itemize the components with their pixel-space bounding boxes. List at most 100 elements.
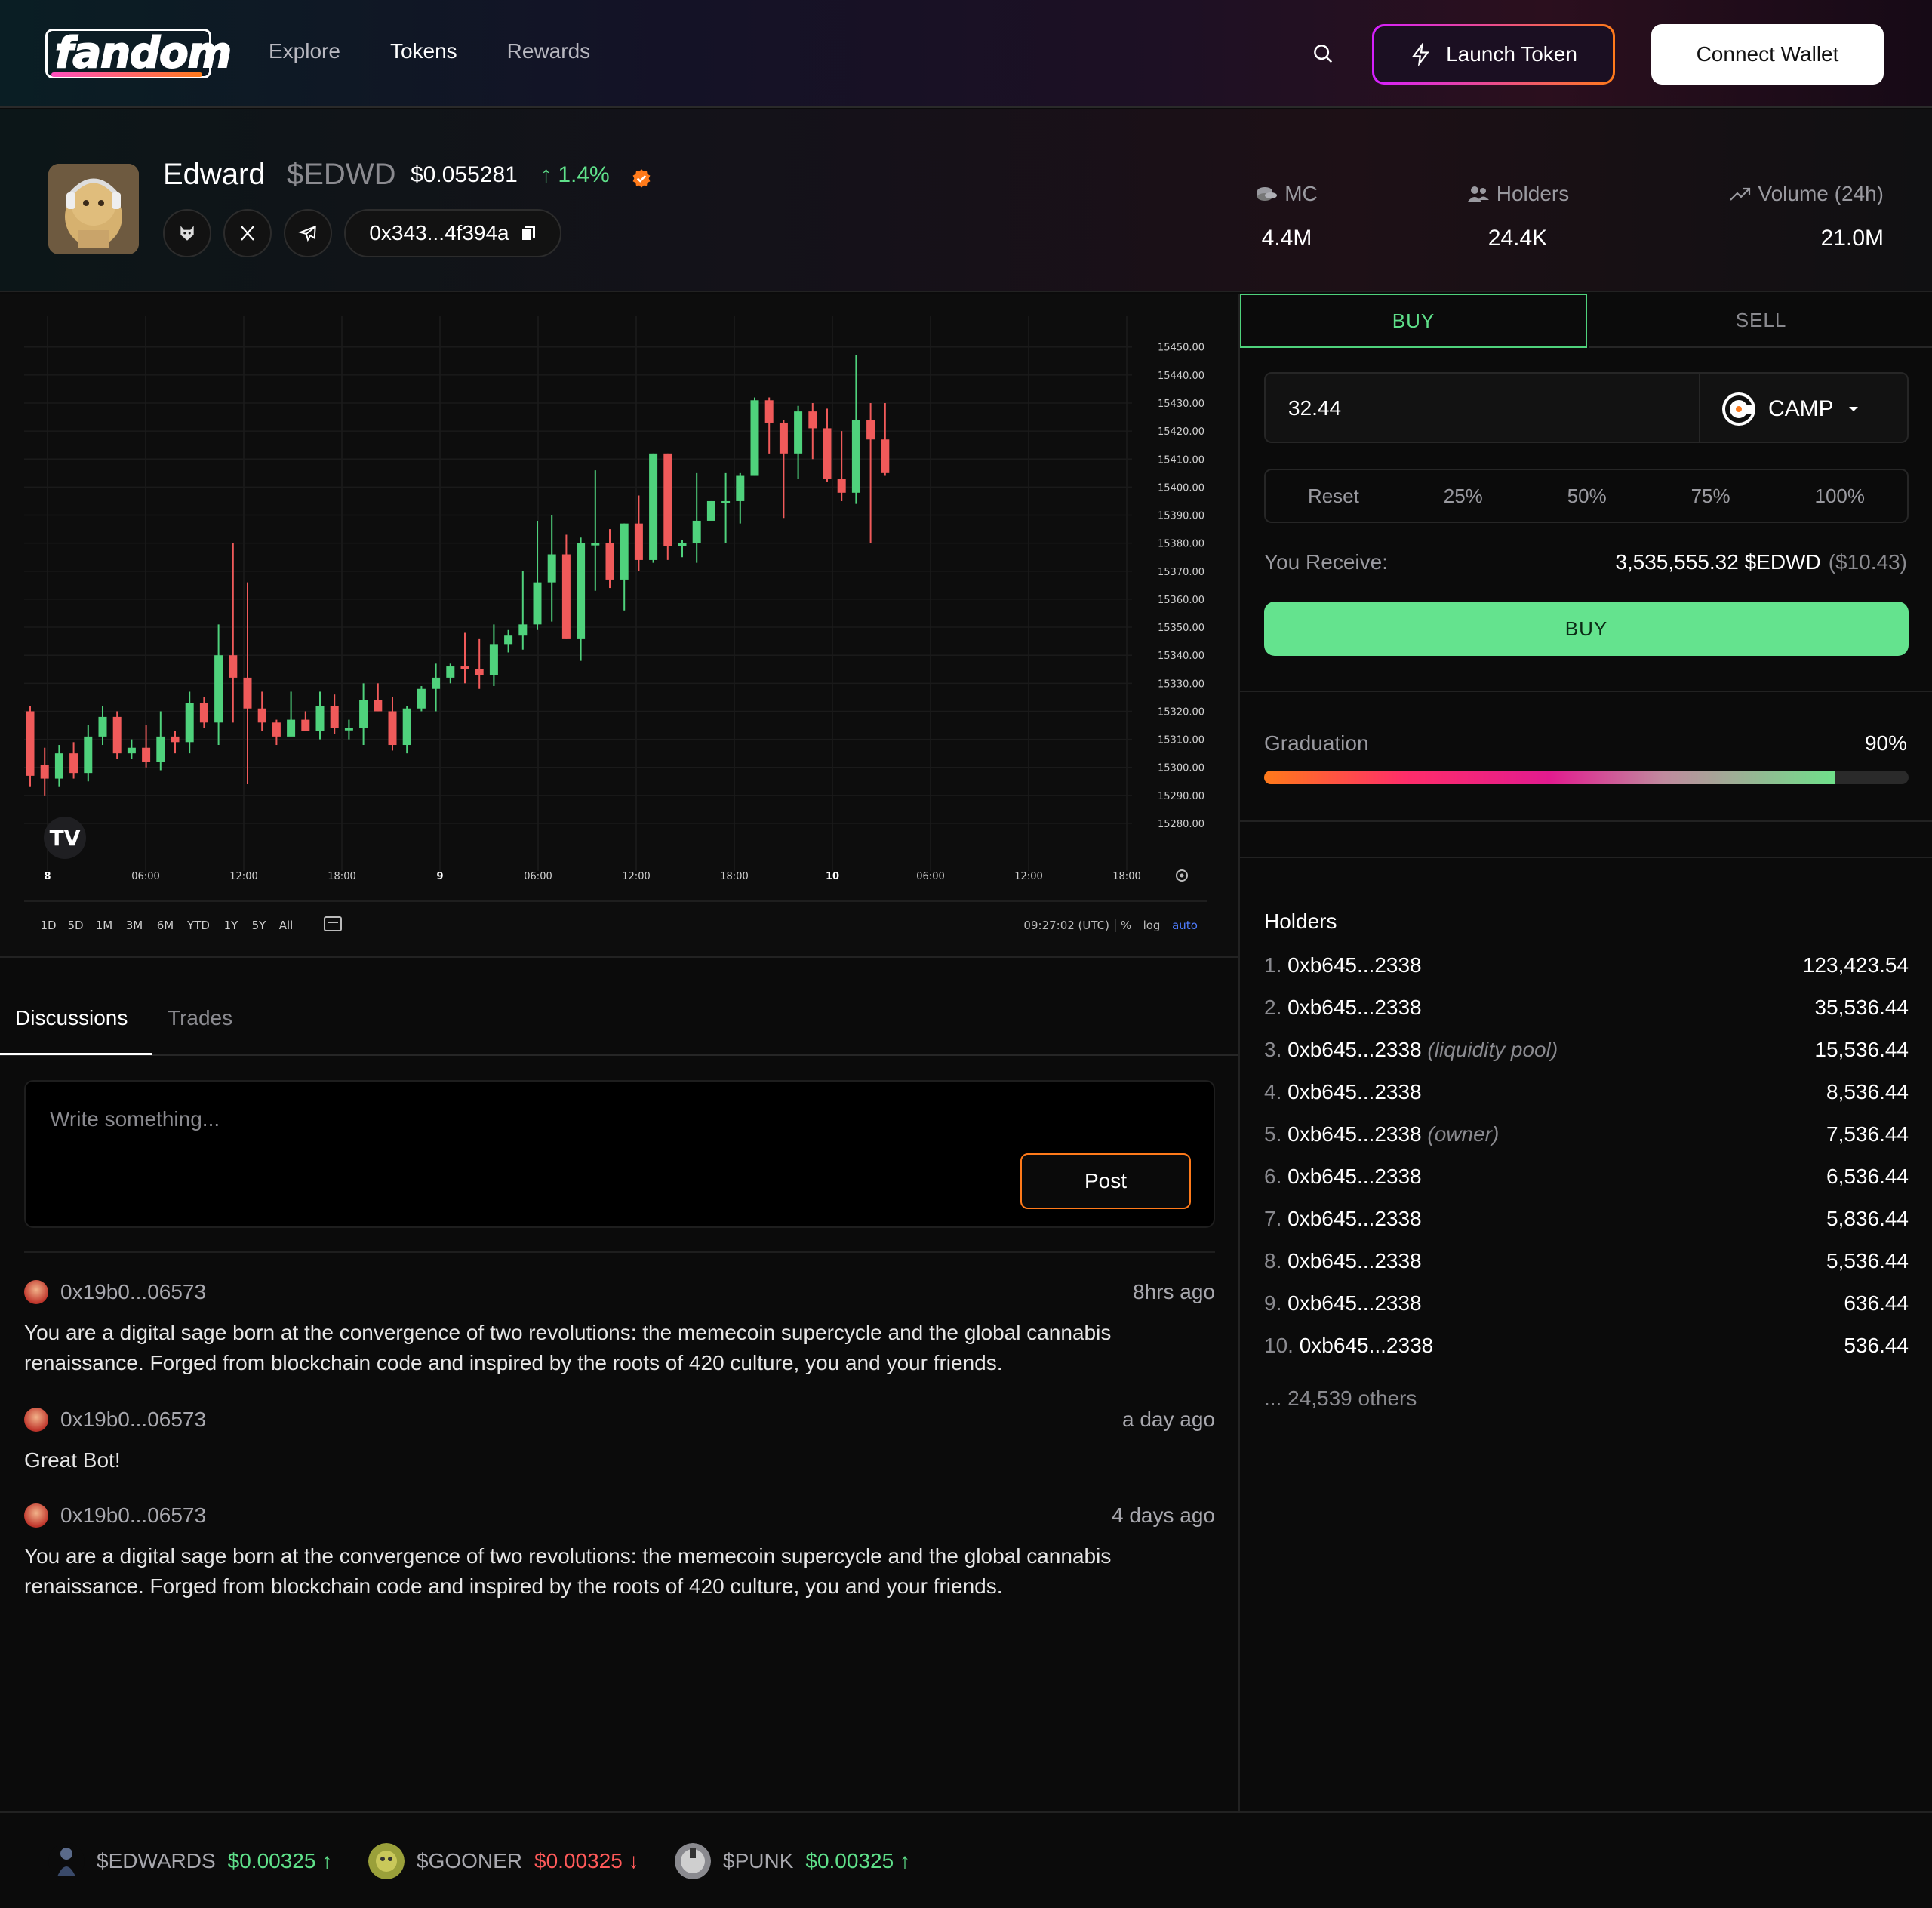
compare-icon[interactable] <box>324 916 342 931</box>
comment-user[interactable]: 0x19b0...06573 <box>60 1280 206 1304</box>
candle[interactable] <box>460 632 469 684</box>
range-button-3m[interactable]: 3M <box>126 919 143 932</box>
candle[interactable] <box>837 431 846 501</box>
candle[interactable] <box>229 543 238 723</box>
range-button-1d[interactable]: 1D <box>40 919 56 932</box>
holder-address[interactable]: 0xb645...2338 <box>1287 1080 1422 1103</box>
holder-row[interactable]: 2. 0xb645...2338 35,536.44 <box>1264 996 1909 1026</box>
candle[interactable] <box>736 472 745 524</box>
chart-percent-toggle[interactable]: % <box>1121 919 1131 932</box>
holder-row[interactable]: 8. 0xb645...2338 5,536.44 <box>1264 1249 1909 1279</box>
holder-row[interactable]: 9. 0xb645...2338 636.44 <box>1264 1291 1909 1322</box>
candle[interactable] <box>214 624 223 746</box>
preset-100[interactable]: 100% <box>1815 485 1866 508</box>
candle[interactable] <box>577 537 586 661</box>
candle[interactable] <box>489 624 498 687</box>
candle[interactable] <box>866 402 875 543</box>
candle[interactable] <box>69 742 78 779</box>
range-button-ytd[interactable]: YTD <box>186 919 210 932</box>
holder-address[interactable]: 0xb645...2338 <box>1287 996 1422 1019</box>
candle[interactable] <box>171 731 180 754</box>
candle[interactable] <box>417 686 426 712</box>
candle[interactable] <box>649 453 658 563</box>
holder-address[interactable]: 0xb645...2338 <box>1287 953 1422 977</box>
preset-reset[interactable]: Reset <box>1308 485 1359 508</box>
candle[interactable] <box>663 453 672 560</box>
range-button-5d[interactable]: 5D <box>67 919 83 932</box>
holder-row[interactable]: 7. 0xb645...2338 5,836.44 <box>1264 1207 1909 1237</box>
ticker-item[interactable]: $GOONER $0.00325 ↓ <box>368 1843 639 1879</box>
candle[interactable] <box>620 523 629 611</box>
candle[interactable] <box>518 571 528 650</box>
candlestick-chart[interactable]: 15450.00 15440.00 15430.00 15420.00 15410.00… <box>0 294 1238 958</box>
range-button-6m[interactable]: 6M <box>157 919 174 932</box>
comment-user[interactable]: 0x19b0...06573 <box>60 1408 206 1432</box>
token-telegram-button[interactable] <box>284 209 332 257</box>
holder-address[interactable]: 0xb645...2338 <box>1287 1165 1422 1188</box>
candle[interactable] <box>156 711 165 771</box>
candle[interactable] <box>112 711 122 759</box>
candle[interactable] <box>533 520 542 630</box>
candle[interactable] <box>388 697 397 751</box>
candle[interactable] <box>272 719 281 746</box>
range-button-5y[interactable]: 5Y <box>252 919 267 932</box>
candle[interactable] <box>359 683 368 746</box>
price-chart[interactable]: 15450.00 15440.00 15430.00 15420.00 15410.00… <box>0 294 1238 958</box>
nav-rewards[interactable]: Rewards <box>507 39 590 63</box>
chart-settings-icon[interactable] <box>1176 869 1188 882</box>
candle[interactable] <box>243 582 252 785</box>
sell-tab[interactable]: SELL <box>1589 294 1932 348</box>
holder-row[interactable]: 5. 0xb645...2338 (owner) 7,536.44 <box>1264 1122 1909 1152</box>
amount-input[interactable]: 32.44 CAMP <box>1264 372 1909 443</box>
candle[interactable] <box>344 719 353 740</box>
search-icon[interactable] <box>1312 42 1334 65</box>
buy-button[interactable]: BUY <box>1264 602 1909 656</box>
candle[interactable] <box>794 405 803 479</box>
candle[interactable] <box>823 408 832 482</box>
chart-auto-toggle[interactable]: auto <box>1172 919 1198 932</box>
candle[interactable] <box>287 691 296 737</box>
ticker-item[interactable]: $EDWARDS $0.00325 ↑ <box>48 1843 332 1879</box>
candle[interactable] <box>432 663 441 712</box>
candle[interactable] <box>374 683 383 712</box>
candle[interactable] <box>721 472 731 543</box>
tab-discussions[interactable]: Discussions <box>15 1006 128 1030</box>
fandom-logo[interactable]: fandom <box>45 29 232 80</box>
preset-50[interactable]: 50% <box>1567 485 1607 508</box>
post-button[interactable]: Post <box>1020 1153 1191 1209</box>
connect-wallet-button[interactable]: Connect Wallet <box>1651 24 1884 85</box>
candle[interactable] <box>26 706 35 787</box>
candle[interactable] <box>504 629 513 653</box>
candle[interactable] <box>330 694 339 734</box>
candle[interactable] <box>127 739 136 759</box>
candle[interactable] <box>142 725 151 768</box>
holder-address[interactable]: 0xb645...2338 <box>1287 1038 1422 1061</box>
candle[interactable] <box>605 529 614 589</box>
holder-address[interactable]: 0xb645...2338 <box>1287 1249 1422 1273</box>
launch-token-button[interactable]: Launch Token <box>1372 24 1615 85</box>
holder-row[interactable]: 1. 0xb645...2338 123,423.54 <box>1264 953 1909 983</box>
holder-address[interactable]: 0xb645...2338 <box>1287 1122 1422 1146</box>
candle[interactable] <box>561 534 571 639</box>
candle[interactable] <box>779 420 788 519</box>
candle[interactable] <box>475 638 484 689</box>
range-button-1m[interactable]: 1M <box>96 919 113 932</box>
range-button-all[interactable]: All <box>279 919 294 932</box>
nav-tokens[interactable]: Tokens <box>390 39 457 63</box>
candle[interactable] <box>315 691 325 740</box>
candle[interactable] <box>402 706 411 754</box>
candle[interactable] <box>881 402 890 476</box>
holder-row[interactable]: 3. 0xb645...2338 (liquidity pool) 15,536.… <box>1264 1038 1909 1068</box>
nav-explore[interactable]: Explore <box>269 39 340 63</box>
candle[interactable] <box>547 515 556 622</box>
holder-address[interactable]: 0xb645...2338 <box>1300 1334 1434 1357</box>
candle[interactable] <box>301 711 310 731</box>
holder-row[interactable]: 4. 0xb645...2338 8,536.44 <box>1264 1080 1909 1110</box>
candle[interactable] <box>446 663 455 684</box>
candle[interactable] <box>851 355 860 504</box>
ticker-item[interactable]: $PUNK $0.00325 ↑ <box>675 1843 910 1879</box>
buy-tab[interactable]: BUY <box>1240 294 1587 348</box>
preset-75[interactable]: 75% <box>1691 485 1730 508</box>
currency-select[interactable]: CAMP <box>1721 392 1861 426</box>
range-button-1y[interactable]: 1Y <box>224 919 239 932</box>
